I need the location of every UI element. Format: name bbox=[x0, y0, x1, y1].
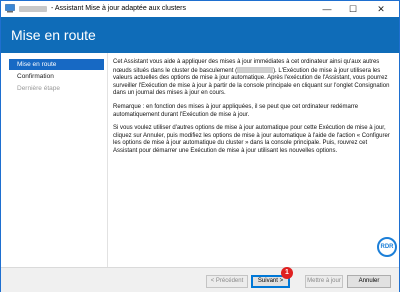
intro-paragraph: Cet Assistant vous aide à appliquer des … bbox=[113, 59, 391, 98]
redacted-cluster-name bbox=[237, 66, 274, 73]
minimize-button[interactable]: — bbox=[315, 1, 339, 17]
page-title: Mise en route bbox=[11, 27, 96, 43]
options-paragraph: Si vous voulez utiliser d'autres options… bbox=[113, 125, 390, 154]
redacted-server-name bbox=[19, 6, 47, 12]
wizard-window: - Assistant Mise à jour adaptée aux clus… bbox=[0, 0, 400, 292]
watermark-logo: RDR bbox=[377, 237, 397, 257]
wizard-content: Cet Assistant vous aide à appliquer des … bbox=[113, 59, 391, 162]
nav-divider bbox=[107, 53, 108, 267]
note-paragraph: Remarque : en fonction des mises à jour … bbox=[113, 103, 359, 118]
cancel-button[interactable]: Annuler bbox=[347, 275, 391, 288]
wizard-step-nav: Mise en route Confirmation Dernière étap… bbox=[9, 59, 104, 95]
nav-item-mise-en-route[interactable]: Mise en route bbox=[9, 59, 104, 70]
previous-button: < Précédent bbox=[206, 275, 248, 288]
title-bar[interactable]: - Assistant Mise à jour adaptée aux clus… bbox=[1, 1, 399, 17]
nav-item-confirmation[interactable]: Confirmation bbox=[9, 71, 104, 82]
step-marker-badge: 1 bbox=[281, 267, 293, 279]
update-button: Mettre à jour bbox=[305, 275, 343, 288]
wizard-header: Mise en route bbox=[1, 17, 399, 53]
nav-item-derniere-etape: Dernière étape bbox=[17, 85, 60, 92]
cluster-app-icon bbox=[5, 4, 15, 13]
window-title: - Assistant Mise à jour adaptée aux clus… bbox=[51, 5, 187, 12]
close-button[interactable]: ✕ bbox=[369, 1, 393, 17]
maximize-button[interactable]: ☐ bbox=[341, 1, 365, 17]
